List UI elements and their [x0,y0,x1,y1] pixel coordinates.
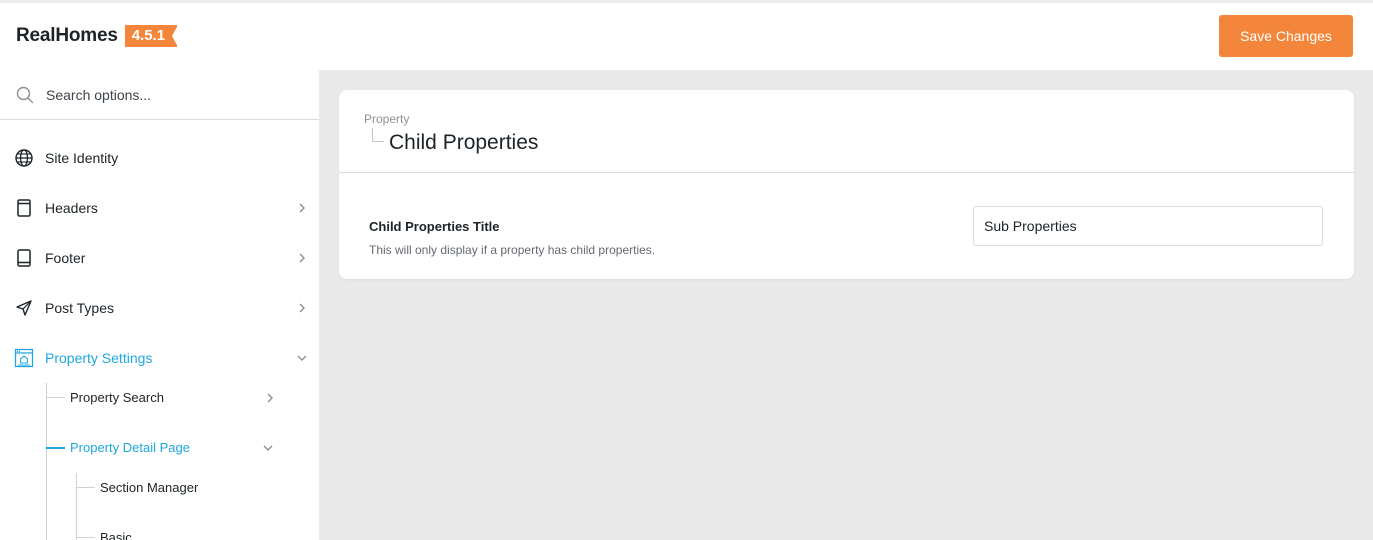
sidebar: Site Identity Headers Footer Post Types [0,70,319,540]
sidebar-item-label: Site Identity [45,150,119,166]
chevron-right-icon [267,393,273,403]
sidebar-subsubitem-section-manager[interactable]: Section Manager [76,470,296,506]
send-icon [16,300,32,316]
field-description: This will only display if a property has… [369,243,656,257]
sidebar-item-headers[interactable]: Headers [0,188,319,228]
breadcrumb: Property [364,112,410,126]
sidebar-subsubitem-basic[interactable]: Basic [76,520,296,540]
brand-logo: RealHomes 4.5.1 [16,25,179,47]
chevron-down-icon [297,355,307,361]
chevron-right-icon [299,303,305,313]
sidebar-item-label: Headers [45,200,98,216]
sidebar-item-label: Footer [45,250,86,266]
search-icon [16,86,34,104]
sidebar-subitem-property-detail-page[interactable]: Property Detail Page [46,430,286,466]
field-label: Child Properties Title [369,219,500,234]
sidebar-subitem-label: Property Search [70,390,164,405]
tree-connector [76,537,95,538]
sidebar-subitem-label: Basic [100,530,132,540]
sidebar-subitem-label: Property Detail Page [70,440,190,455]
tree-connector [46,447,65,449]
chevron-right-icon [299,203,305,213]
tree-connector [76,487,95,488]
sidebar-item-site-identity[interactable]: Site Identity [0,138,319,178]
page-icon [17,199,31,217]
settings-card: Property Child Properties Child Properti… [339,90,1354,279]
version-badge: 4.5.1 [124,25,179,47]
chevron-down-icon [263,445,273,451]
globe-icon [15,149,33,167]
header: RealHomes 4.5.1 Save Changes [0,3,1373,70]
sidebar-item-footer[interactable]: Footer [0,238,319,278]
sidebar-subitem-property-search[interactable]: Property Search [46,380,286,416]
sidebar-item-label: Post Types [45,300,115,316]
child-properties-title-input[interactable] [973,206,1323,246]
sidebar-item-post-types[interactable]: Post Types [0,288,319,328]
page-icon [17,249,31,267]
brand-name: RealHomes [16,25,118,46]
property-settings-icon [14,348,34,368]
sidebar-item-property-settings[interactable]: Property Settings [0,338,319,378]
save-changes-button[interactable]: Save Changes [1219,15,1353,57]
divider [339,172,1354,173]
search-bar [0,70,319,120]
sidebar-subitem-label: Section Manager [100,480,199,495]
tree-connector [46,397,65,398]
chevron-right-icon [299,253,305,263]
sidebar-item-label: Property Settings [45,350,153,366]
breadcrumb-connector [372,128,384,142]
search-input[interactable] [46,82,296,108]
page-title: Child Properties [389,131,539,154]
